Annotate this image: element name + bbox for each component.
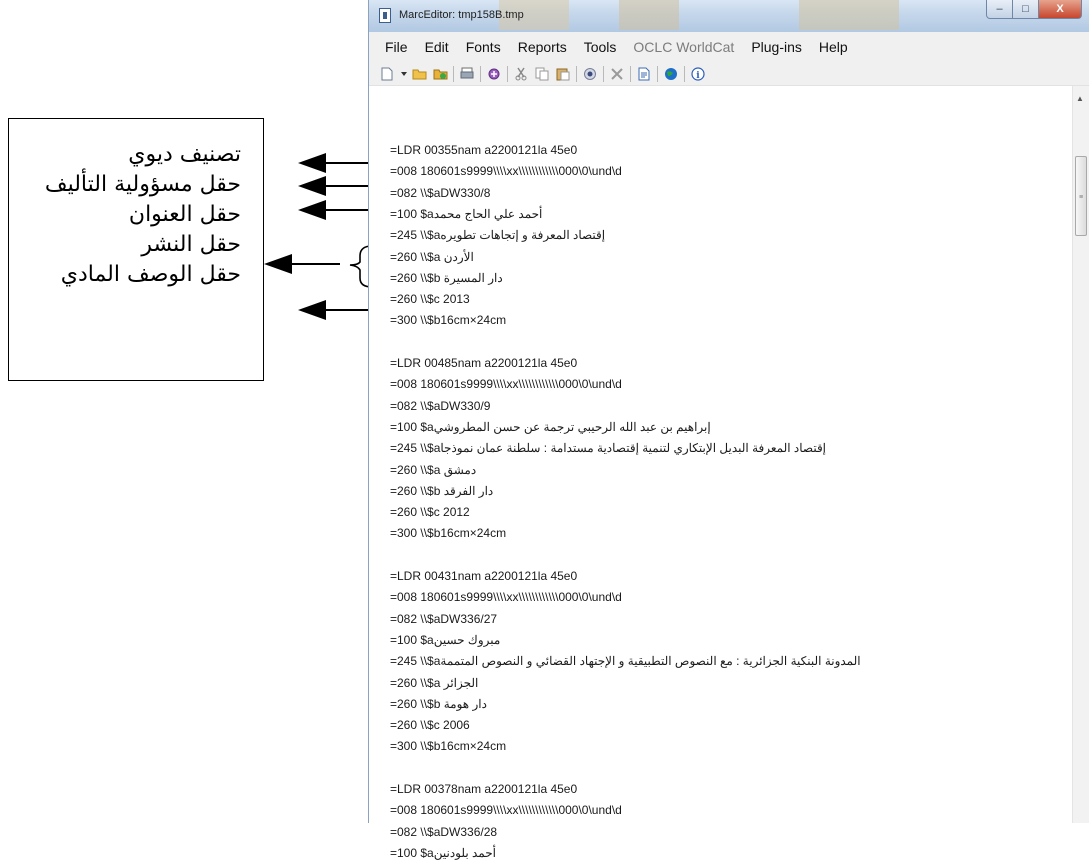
- maximize-button[interactable]: □: [1013, 0, 1039, 19]
- menu-edit[interactable]: Edit: [425, 39, 449, 55]
- window-title: MarcEditor: tmp158B.tmp: [399, 9, 524, 21]
- marc-field-line: =082 \\$aDW330/9: [390, 399, 491, 413]
- toolbar-separator: [453, 65, 454, 82]
- title-bar[interactable]: MarcEditor: tmp158B.tmp – □ X: [369, 0, 1089, 32]
- copy-icon[interactable]: [534, 66, 550, 82]
- annotation-arrows: [264, 153, 375, 320]
- marc-field-line: =260 \\$a الأردن: [390, 250, 474, 264]
- cut-icon[interactable]: [513, 66, 529, 82]
- maximize-icon: □: [1022, 3, 1029, 15]
- toolbar-separator: [507, 65, 508, 82]
- marc-field-line: =260 \\$b دار هومة: [390, 697, 487, 711]
- toolbar-separator: [684, 65, 685, 82]
- toolbar-separator: [603, 65, 604, 82]
- toolbar-separator: [480, 65, 481, 82]
- marc-field-line: =008 180601s9999\\\\xx\\\\\\\\\\\\000\0\…: [390, 590, 622, 604]
- marc-editor-text-area[interactable]: =LDR 00355nam a2200121la 45e0 =008 180601…: [369, 86, 1073, 860]
- marc-field-line: =300 \\$b16cm×24cm: [390, 313, 507, 327]
- menu-bar: File Edit Fonts Reports Tools OCLC World…: [369, 32, 1089, 62]
- marc-field-line: =245 \\$aإقتصاد المعرفة البديل الإبتكاري…: [390, 441, 827, 455]
- marc-field-line: =100 $aأحمد بلودنين: [390, 846, 496, 860]
- open-folder-icon[interactable]: [411, 66, 427, 82]
- close-button[interactable]: X: [1039, 0, 1082, 19]
- marc-field-line: =008 180601s9999\\\\xx\\\\\\\\\\\\000\0\…: [390, 377, 622, 391]
- validate-icon[interactable]: [582, 66, 598, 82]
- menu-tools[interactable]: Tools: [584, 39, 617, 55]
- marc-field-line: =260 \\$c 2013: [390, 292, 470, 306]
- marc-field-line: =008 180601s9999\\\\xx\\\\\\\\\\\\000\0\…: [390, 164, 622, 178]
- toolbar-separator: [657, 65, 658, 82]
- menu-help[interactable]: Help: [819, 39, 848, 55]
- marc-field-line: =260 \\$c 2006: [390, 718, 470, 732]
- marc-field-line: =082 \\$aDW336/28: [390, 825, 498, 839]
- svg-text:i: i: [696, 71, 700, 81]
- marc-field-line: =LDR 00485nam a2200121la 45e0: [390, 356, 578, 370]
- marc-field-line: =LDR 00378nam a2200121la 45e0: [390, 782, 578, 796]
- compile-icon[interactable]: [486, 66, 502, 82]
- marc-field-line: =100 $aمبروك حسين: [390, 633, 501, 647]
- title-bar-background: [799, 0, 899, 30]
- marc-field-line: =008 180601s9999\\\\xx\\\\\\\\\\\\000\0\…: [390, 803, 622, 817]
- globe-icon[interactable]: [663, 66, 679, 82]
- toolbar: i: [369, 62, 1089, 86]
- menu-reports[interactable]: Reports: [518, 39, 567, 55]
- marc-field-line: =260 \\$b دار المسيرة: [390, 271, 503, 285]
- marc-field-line: =300 \\$b16cm×24cm: [390, 526, 507, 540]
- menu-oclc-worldcat[interactable]: OCLC WorldCat: [633, 39, 734, 55]
- paste-icon[interactable]: [555, 66, 571, 82]
- marc-field-line: =260 \\$a دمشق: [390, 463, 477, 477]
- menu-file[interactable]: File: [385, 39, 408, 55]
- dropdown-arrow-icon[interactable]: [400, 66, 408, 82]
- marc-field-line: =245 \\$aالمدونة البنكية الجزائرية : مع …: [390, 654, 861, 668]
- marc-field-line: =245 \\$aإقتصاد المعرفة و إتجاهات تطويره: [390, 228, 606, 242]
- delete-icon[interactable]: [609, 66, 625, 82]
- find-icon[interactable]: [636, 66, 652, 82]
- marceditor-window: MarcEditor: tmp158B.tmp – □ X File Edit …: [368, 0, 1089, 860]
- marc-field-line: =LDR 00355nam a2200121la 45e0: [390, 143, 578, 157]
- marc-field-line: =082 \\$aDW330/8: [390, 186, 491, 200]
- title-bar-background: [619, 0, 679, 30]
- marc-field-line: =100 $aإبراهيم بن عبد الله الرحيبي ترجمة…: [390, 420, 711, 434]
- marc-field-line: =300 \\$b16cm×24cm: [390, 739, 507, 753]
- marc-field-line: =100 $aأحمد علي الحاج محمد: [390, 207, 543, 221]
- marc-field-line: =082 \\$aDW336/27: [390, 612, 498, 626]
- marc-field-line: =260 \\$b دار الفرقد: [390, 484, 494, 498]
- vertical-scrollbar[interactable]: ▲ ≡: [1072, 86, 1089, 823]
- scrollbar-thumb[interactable]: ≡: [1075, 156, 1087, 236]
- scroll-up-arrow-icon[interactable]: ▲: [1076, 94, 1084, 103]
- new-document-icon[interactable]: [379, 66, 395, 82]
- menu-fonts[interactable]: Fonts: [466, 39, 501, 55]
- close-icon: X: [1056, 3, 1064, 15]
- window-controls: – □ X: [986, 0, 1082, 19]
- minimize-icon: –: [996, 3, 1003, 15]
- toolbar-separator: [630, 65, 631, 82]
- marc-field-line: =260 \\$a الجزائر: [390, 676, 479, 690]
- menu-plug-ins[interactable]: Plug-ins: [751, 39, 802, 55]
- marc-field-line: =LDR 00431nam a2200121la 45e0: [390, 569, 578, 583]
- toolbar-separator: [576, 65, 577, 82]
- grip-icon: ≡: [1079, 194, 1084, 201]
- info-icon[interactable]: i: [690, 66, 706, 82]
- print-icon[interactable]: [459, 66, 475, 82]
- open-recent-icon[interactable]: [432, 66, 448, 82]
- minimize-button[interactable]: –: [986, 0, 1013, 19]
- app-icon: [379, 8, 391, 23]
- marc-field-line: =260 \\$c 2012: [390, 505, 470, 519]
